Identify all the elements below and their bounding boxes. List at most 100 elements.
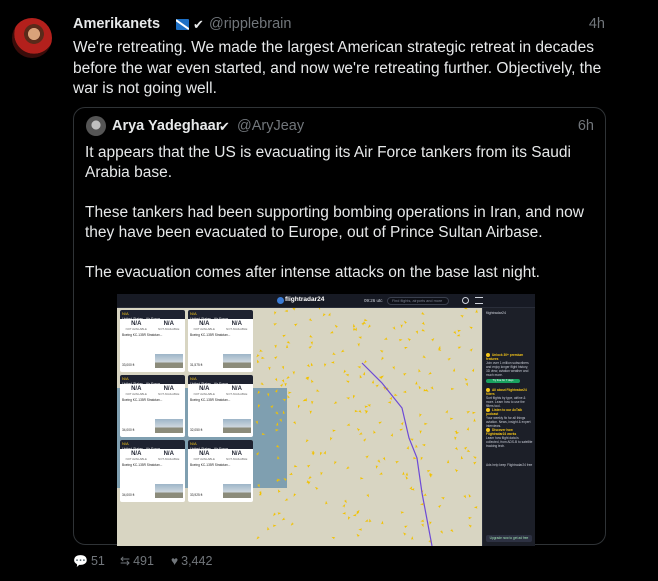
aircraft-marker [420,503,424,506]
aircraft-marker [454,446,458,451]
free-trial-button: Try free for 7 days [486,379,520,384]
flightradar-screenshot[interactable]: flightradar24 09:26 utc Find flights, ai… [117,294,535,546]
aircraft-marker [450,387,455,391]
card-label: NOT AVAILABLE [158,327,180,331]
aircraft-marker [421,328,426,332]
aircraft-marker [383,337,388,340]
aircraft-marker [419,430,422,434]
aircraft-marker [309,334,313,338]
quoted-author-handle: @AryJeay [237,118,305,134]
aircraft-marker [334,460,337,465]
search-placeholder: Find flights, airports and more [392,299,443,303]
aircraft-marker [439,530,444,534]
flightradar-logo-icon [277,297,284,304]
aircraft-marker [334,324,339,329]
aircraft-marker [368,324,372,329]
aircraft-marker [266,392,270,397]
aircraft-marker [430,386,434,390]
repost-button[interactable]: ⇆ 491 [120,554,154,568]
aircraft-marker [286,375,290,380]
aircraft-marker [373,430,376,435]
aircraft-marker [393,393,398,396]
aircraft-marker [315,389,320,392]
aircraft-marker [297,404,301,409]
aircraft-marker [471,368,475,373]
aircraft-marker [466,449,471,453]
aircraft-marker [277,455,280,460]
card-label: NOT AVAILABLE [193,327,215,331]
aircraft-marker [468,493,472,498]
aircraft-photo [223,419,251,433]
aircraft-marker [381,356,385,361]
quoted-avatar[interactable] [86,116,106,136]
quoted-post[interactable]: Arya Yadeghaar ✔ @AryJeay 6h It appears … [73,107,606,546]
aircraft-marker [418,385,422,390]
aircraft-marker [325,500,328,505]
aircraft-marker [292,308,296,311]
aircraft-marker [406,445,409,450]
aircraft-marker [352,327,356,331]
aircraft-marker [473,418,476,423]
post-timestamp[interactable]: 4h [589,16,605,32]
ads-note: Ads help keep Flightradar24 free [486,463,533,467]
flight-card: N/A United States - Air Force N/A N/A NOT … [188,375,253,437]
aircraft-marker [447,357,451,361]
aircraft-marker [274,311,277,315]
like-button[interactable]: ♥ 3,442 [171,554,212,568]
aircraft-marker [365,455,369,459]
aircraft-marker [345,373,350,377]
aircraft-marker [375,384,379,388]
aircraft-marker [405,476,409,480]
reply-button[interactable]: 💬 51 [73,554,105,568]
quoted-text: It appears that the US is evacuating its… [85,143,590,303]
aircraft-marker [281,379,285,383]
author-name[interactable]: Amerikanets [73,16,160,32]
aircraft-marker [257,390,261,395]
aircraft-marker [468,524,473,528]
aircraft-marker [419,413,422,418]
aircraft-marker [402,373,407,376]
aircraft-marker [465,382,468,387]
aircraft-marker [469,326,473,330]
promo-title: Unlock 30+ premium features [486,353,524,362]
aircraft-marker [453,330,457,335]
sidebar-promo: All about Flightradar24 filters Sort fli… [486,388,533,408]
card-aircraft: Boeing KC-135R Stratotan... [122,333,163,337]
author-handle[interactable]: @ripplebrain [209,16,291,32]
aircraft-marker [352,394,356,399]
aircraft-marker [273,512,277,517]
quoted-paragraph: It appears that the US is evacuating its… [85,144,571,181]
aircraft-marker [446,459,450,464]
aircraft-marker [257,359,260,364]
sidebar-promo: Discover how Flightradar24 works Learn h… [486,428,533,448]
flightradar-logo: flightradar24 [285,296,325,303]
aircraft-marker [275,422,279,427]
utc-clock: 09:26 utc [364,298,383,303]
card-aircraft: Boeing KC-135R Stratotan... [122,398,163,402]
card-label: NOT AVAILABLE [125,327,147,331]
card-altitude: 34,000 ft [122,493,135,497]
aircraft-marker [421,321,425,326]
aircraft-marker [357,343,360,347]
aircraft-marker [277,489,281,494]
aircraft-marker [317,308,321,310]
aircraft-marker [320,451,323,456]
aircraft-marker [340,349,345,353]
aircraft-marker [358,409,362,414]
card-label: NOT AVAILABLE [193,457,215,461]
aircraft-marker [437,504,442,509]
flightradar-sidebar: flightradar24 Unlock 30+ premium feature… [482,308,535,546]
aircraft-marker [392,326,396,330]
flight-card: N/A United States - Air Force N/A N/A NOT … [120,440,185,502]
aircraft-marker [288,391,292,394]
aircraft-marker [282,398,287,402]
aircraft-marker [429,521,432,525]
aircraft-marker [420,519,425,522]
aircraft-marker [400,421,404,426]
aircraft-marker [293,464,298,468]
aircraft-marker [275,411,279,415]
card-aircraft: Boeing KC-135R Stratotan... [190,463,231,467]
aircraft-marker [277,512,282,515]
aircraft-marker [362,438,367,442]
post-avatar[interactable] [12,18,52,58]
